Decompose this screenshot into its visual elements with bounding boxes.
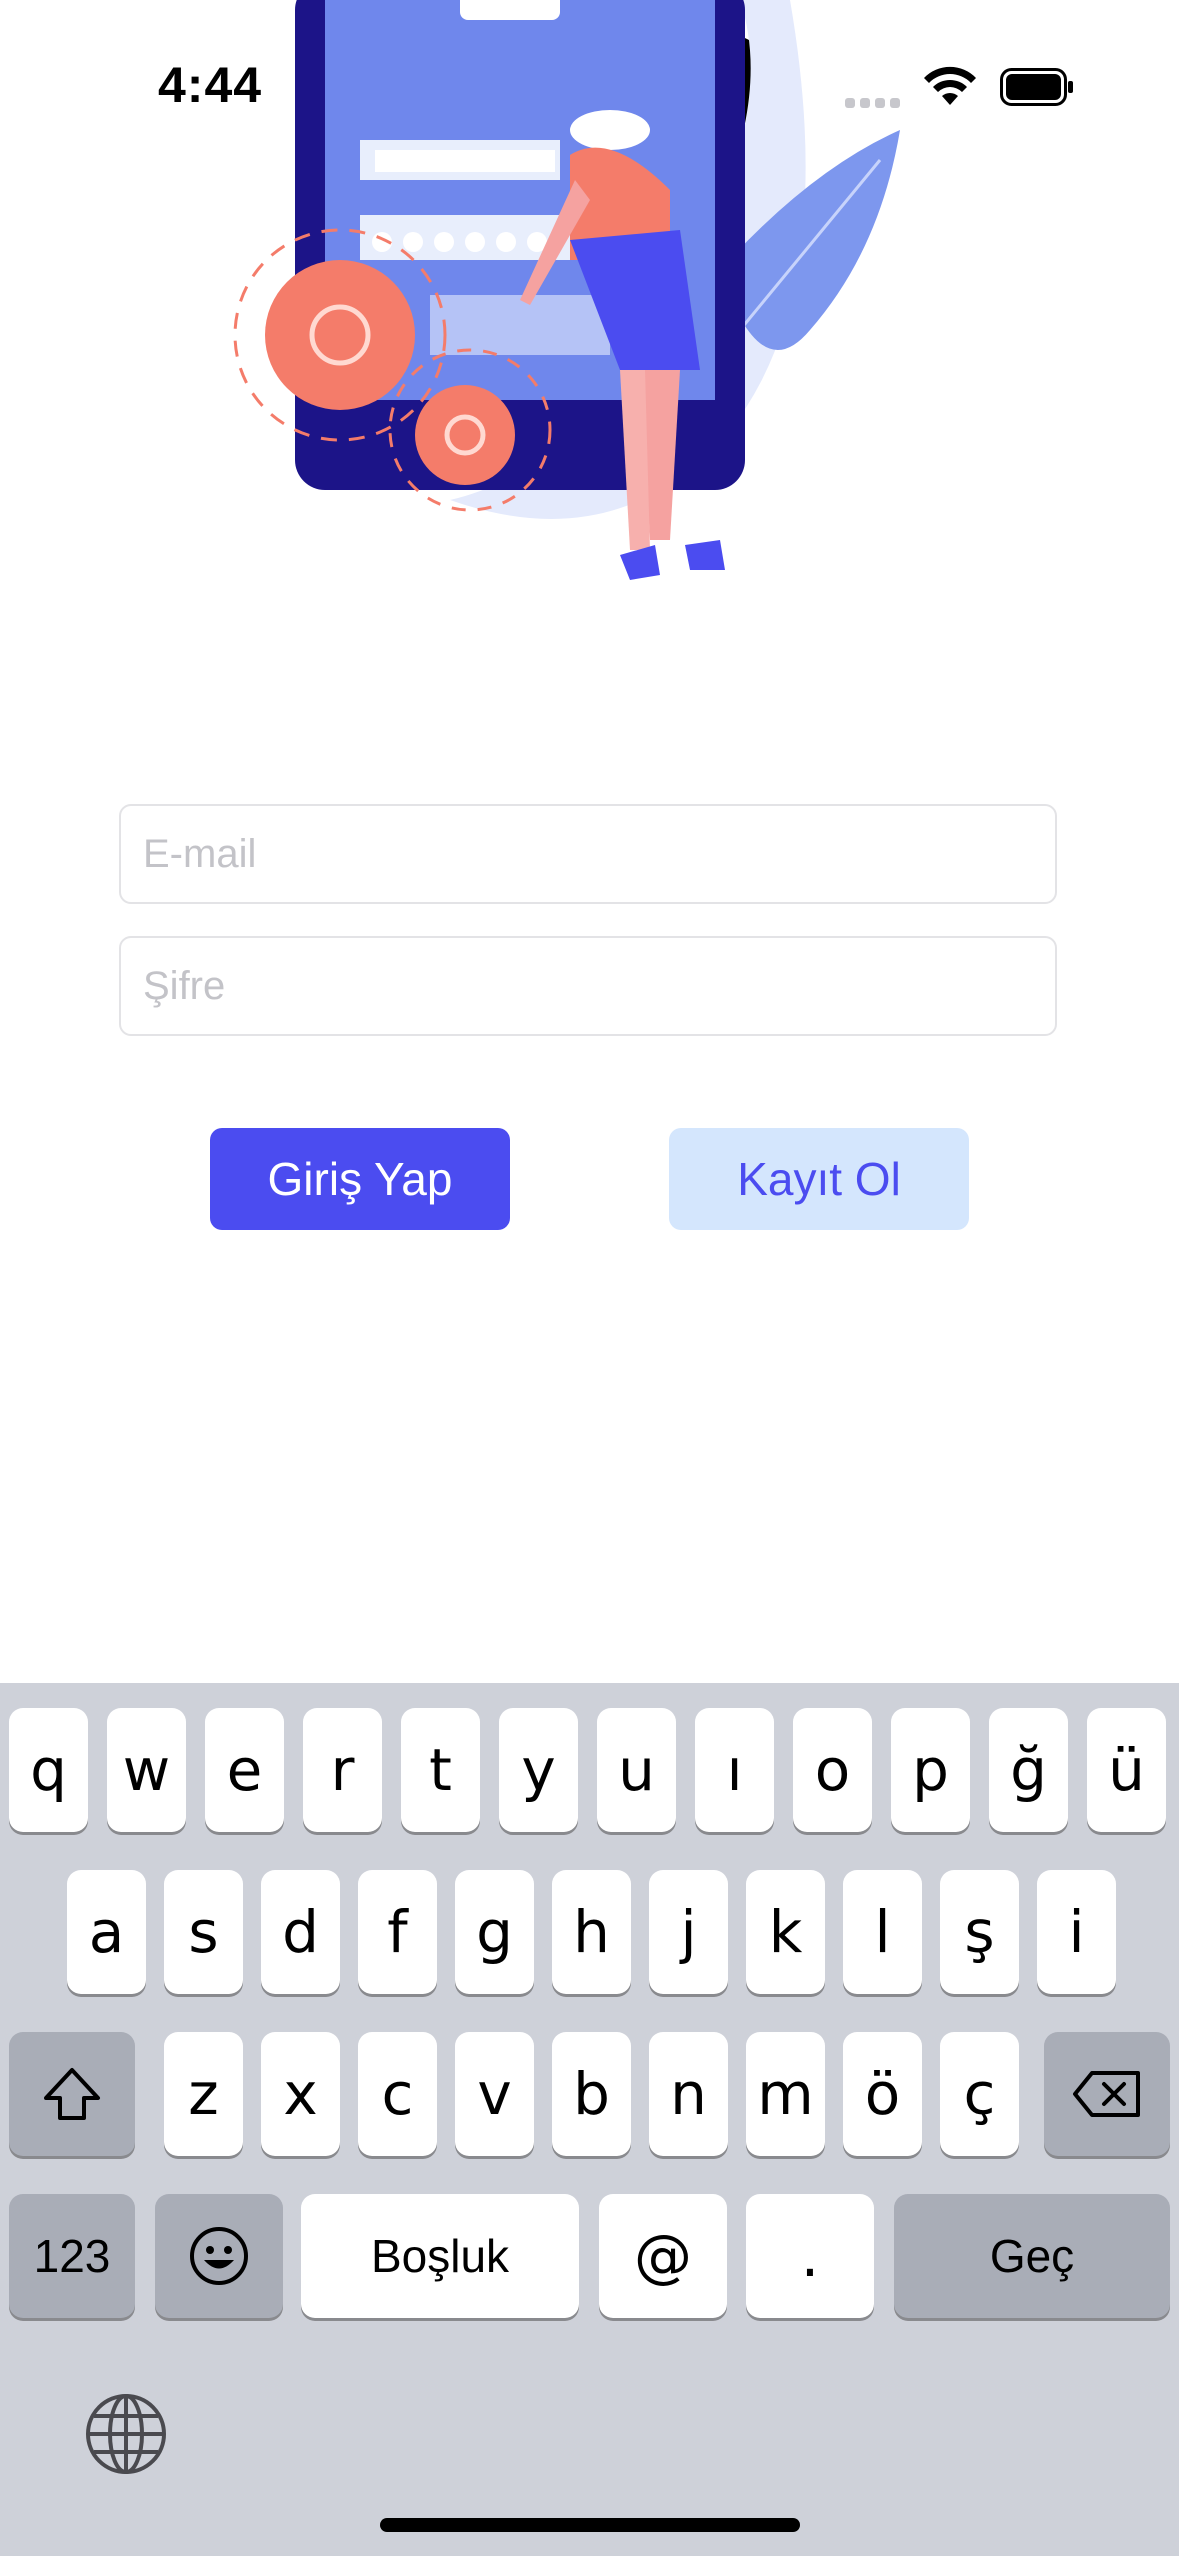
login-button[interactable]: Giriş Yap (210, 1128, 510, 1230)
key-c-cedilla[interactable]: ç (940, 2032, 1019, 2156)
key-j[interactable]: j (649, 1870, 728, 1994)
key-m[interactable]: m (746, 2032, 825, 2156)
key-w[interactable]: w (107, 1708, 186, 1832)
emoji-key[interactable] (155, 2194, 283, 2318)
key-dotless-i[interactable]: ı (695, 1708, 774, 1832)
shift-icon (44, 2068, 100, 2120)
key-t[interactable]: t (401, 1708, 480, 1832)
key-o-umlaut[interactable]: ö (843, 2032, 922, 2156)
home-indicator (380, 2518, 800, 2532)
key-p[interactable]: p (891, 1708, 970, 1832)
password-field[interactable] (119, 936, 1057, 1036)
key-q[interactable]: q (9, 1708, 88, 1832)
key-g[interactable]: g (455, 1870, 534, 1994)
key-b[interactable]: b (552, 2032, 631, 2156)
key-r[interactable]: r (303, 1708, 382, 1832)
email-field[interactable] (119, 804, 1057, 904)
delete-key[interactable] (1044, 2032, 1170, 2156)
numbers-key[interactable]: 123 (9, 2194, 135, 2318)
key-f[interactable]: f (358, 1870, 437, 1994)
key-x[interactable]: x (261, 2032, 340, 2156)
register-button[interactable]: Kayıt Ol (669, 1128, 969, 1230)
key-g-breve[interactable]: ğ (989, 1708, 1068, 1832)
delete-icon (1073, 2071, 1140, 2117)
key-n[interactable]: n (649, 2032, 728, 2156)
email-input[interactable] (121, 806, 1055, 902)
battery-icon (1000, 68, 1073, 106)
key-d[interactable]: d (261, 1870, 340, 1994)
key-u[interactable]: u (597, 1708, 676, 1832)
key-k[interactable]: k (746, 1870, 825, 1994)
key-e[interactable]: e (205, 1708, 284, 1832)
key-y[interactable]: y (499, 1708, 578, 1832)
key-i[interactable]: i (1037, 1870, 1116, 1994)
shift-key[interactable] (9, 2032, 135, 2156)
key-v[interactable]: v (455, 2032, 534, 2156)
key-s[interactable]: s (164, 1870, 243, 1994)
key-u-umlaut[interactable]: ü (1087, 1708, 1166, 1832)
key-h[interactable]: h (552, 1870, 631, 1994)
globe-icon[interactable] (84, 2392, 168, 2476)
key-a[interactable]: a (67, 1870, 146, 1994)
login-illustration (233, 0, 900, 580)
go-key[interactable]: Geç (894, 2194, 1170, 2318)
emoji-icon (190, 2227, 248, 2285)
key-c[interactable]: c (358, 2032, 437, 2156)
key-o[interactable]: o (793, 1708, 872, 1832)
key-l[interactable]: l (843, 1870, 922, 1994)
key-s-cedilla[interactable]: ş (940, 1870, 1019, 1994)
dot-key[interactable]: . (746, 2194, 874, 2318)
at-key[interactable]: @ (599, 2194, 727, 2318)
password-input[interactable] (121, 938, 1055, 1034)
key-z[interactable]: z (164, 2032, 243, 2156)
space-key[interactable]: Boşluk (301, 2194, 579, 2318)
